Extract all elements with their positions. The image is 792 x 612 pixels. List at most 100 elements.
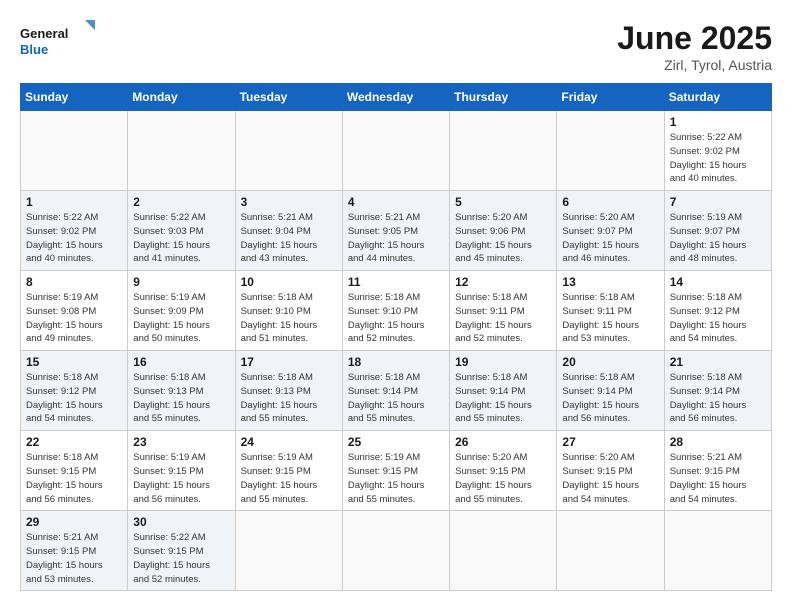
day-number: 24 — [241, 435, 337, 449]
day-info: Sunrise: 5:22 AMSunset: 9:15 PMDaylight:… — [133, 531, 229, 586]
day-number: 22 — [26, 435, 122, 449]
calendar-cell — [557, 511, 664, 591]
day-number: 2 — [133, 195, 229, 209]
day-info: Sunrise: 5:19 AMSunset: 9:15 PMDaylight:… — [348, 451, 444, 506]
calendar-cell: 13 Sunrise: 5:18 AMSunset: 9:11 PMDayligh… — [557, 271, 664, 351]
calendar-week-5: 22Sunrise: 5:18 AMSunset: 9:15 PMDayligh… — [21, 431, 772, 511]
location: Zirl, Tyrol, Austria — [617, 57, 772, 73]
day-info: Sunrise: 5:22 AMSunset: 9:03 PMDaylight:… — [133, 211, 229, 266]
day-info: Sunrise: 5:21 AMSunset: 9:15 PMDaylight:… — [670, 451, 766, 506]
day-number: 26 — [455, 435, 551, 449]
day-info: Sunrise: 5:18 AMSunset: 9:14 PMDaylight:… — [455, 371, 551, 426]
day-of-week-saturday: Saturday — [664, 84, 771, 111]
day-number: 23 — [133, 435, 229, 449]
day-number: 14 — [670, 275, 766, 289]
day-of-week-tuesday: Tuesday — [235, 84, 342, 111]
day-of-week-friday: Friday — [557, 84, 664, 111]
day-info: Sunrise: 5:22 AMSunset: 9:02 PMDaylight:… — [26, 211, 122, 266]
day-number: 18 — [348, 355, 444, 369]
calendar-cell: 22Sunrise: 5:18 AMSunset: 9:15 PMDayligh… — [21, 431, 128, 511]
day-info: Sunrise: 5:21 AMSunset: 9:05 PMDaylight:… — [348, 211, 444, 266]
calendar-cell: 9 Sunrise: 5:19 AMSunset: 9:09 PMDaylight… — [128, 271, 235, 351]
day-number: 11 — [348, 275, 444, 289]
day-number: 9 — [133, 275, 229, 289]
calendar-cell: 25 Sunrise: 5:19 AMSunset: 9:15 PMDayligh… — [342, 431, 449, 511]
day-number: 13 — [562, 275, 658, 289]
day-number: 27 — [562, 435, 658, 449]
day-info: Sunrise: 5:20 AMSunset: 9:15 PMDaylight:… — [455, 451, 551, 506]
day-number: 21 — [670, 355, 766, 369]
calendar-week-4: 15Sunrise: 5:18 AMSunset: 9:12 PMDayligh… — [21, 351, 772, 431]
calendar-cell — [128, 111, 235, 191]
day-info: Sunrise: 5:18 AMSunset: 9:14 PMDaylight:… — [348, 371, 444, 426]
title-area: June 2025 Zirl, Tyrol, Austria — [617, 20, 772, 73]
calendar-cell: 1 Sunrise: 5:22 AMSunset: 9:02 PMDaylight… — [21, 191, 128, 271]
calendar-cell: 28Sunrise: 5:21 AMSunset: 9:15 PMDayligh… — [664, 431, 771, 511]
day-number: 16 — [133, 355, 229, 369]
day-info: Sunrise: 5:20 AMSunset: 9:06 PMDaylight:… — [455, 211, 551, 266]
calendar-cell: 26 Sunrise: 5:20 AMSunset: 9:15 PMDayligh… — [450, 431, 557, 511]
calendar-cell: 12Sunrise: 5:18 AMSunset: 9:11 PMDayligh… — [450, 271, 557, 351]
day-info: Sunrise: 5:20 AMSunset: 9:15 PMDaylight:… — [562, 451, 658, 506]
calendar-cell: 8 Sunrise: 5:19 AMSunset: 9:08 PMDaylight… — [21, 271, 128, 351]
day-info: Sunrise: 5:18 AMSunset: 9:13 PMDaylight:… — [241, 371, 337, 426]
day-number: 3 — [241, 195, 337, 209]
day-info: Sunrise: 5:20 AMSunset: 9:07 PMDaylight:… — [562, 211, 658, 266]
day-info: Sunrise: 5:22 AMSunset: 9:02 PMDaylight:… — [670, 131, 766, 186]
calendar-table: SundayMondayTuesdayWednesdayThursdayFrid… — [20, 83, 772, 591]
calendar-cell: 27 Sunrise: 5:20 AMSunset: 9:15 PMDayligh… — [557, 431, 664, 511]
day-number: 15 — [26, 355, 122, 369]
day-number: 8 — [26, 275, 122, 289]
calendar-cell — [21, 111, 128, 191]
calendar-cell: 6 Sunrise: 5:20 AMSunset: 9:07 PMDaylight… — [557, 191, 664, 271]
day-info: Sunrise: 5:18 AMSunset: 9:13 PMDaylight:… — [133, 371, 229, 426]
calendar-cell: 7Sunrise: 5:19 AMSunset: 9:07 PMDaylight… — [664, 191, 771, 271]
calendar-cell: 15Sunrise: 5:18 AMSunset: 9:12 PMDayligh… — [21, 351, 128, 431]
calendar-cell — [342, 511, 449, 591]
day-number: 1 — [26, 195, 122, 209]
day-info: Sunrise: 5:18 AMSunset: 9:11 PMDaylight:… — [455, 291, 551, 346]
day-number: 6 — [562, 195, 658, 209]
day-number: 25 — [348, 435, 444, 449]
calendar-cell: 5Sunrise: 5:20 AMSunset: 9:06 PMDaylight… — [450, 191, 557, 271]
calendar-cell: 1 Sunrise: 5:22 AMSunset: 9:02 PMDaylight… — [664, 111, 771, 191]
day-number: 1 — [670, 115, 766, 129]
day-number: 29 — [26, 515, 122, 529]
day-info: Sunrise: 5:18 AMSunset: 9:10 PMDaylight:… — [241, 291, 337, 346]
day-number: 30 — [133, 515, 229, 529]
calendar-cell: 29 Sunrise: 5:21 AMSunset: 9:15 PMDayligh… — [21, 511, 128, 591]
day-info: Sunrise: 5:18 AMSunset: 9:12 PMDaylight:… — [670, 291, 766, 346]
svg-text:General: General — [20, 26, 68, 41]
calendar-header: SundayMondayTuesdayWednesdayThursdayFrid… — [21, 84, 772, 111]
calendar-cell: 2 Sunrise: 5:22 AMSunset: 9:03 PMDaylight… — [128, 191, 235, 271]
calendar-cell — [342, 111, 449, 191]
calendar-week-2: 1 Sunrise: 5:22 AMSunset: 9:02 PMDaylight… — [21, 191, 772, 271]
day-of-week-monday: Monday — [128, 84, 235, 111]
calendar-cell: 3Sunrise: 5:21 AMSunset: 9:04 PMDaylight… — [235, 191, 342, 271]
day-info: Sunrise: 5:19 AMSunset: 9:15 PMDaylight:… — [241, 451, 337, 506]
day-info: Sunrise: 5:19 AMSunset: 9:08 PMDaylight:… — [26, 291, 122, 346]
day-info: Sunrise: 5:19 AMSunset: 9:09 PMDaylight:… — [133, 291, 229, 346]
day-info: Sunrise: 5:18 AMSunset: 9:14 PMDaylight:… — [670, 371, 766, 426]
calendar-cell: 20Sunrise: 5:18 AMSunset: 9:14 PMDayligh… — [557, 351, 664, 431]
calendar-cell — [557, 111, 664, 191]
day-info: Sunrise: 5:19 AMSunset: 9:07 PMDaylight:… — [670, 211, 766, 266]
calendar-cell — [450, 111, 557, 191]
calendar-cell — [664, 511, 771, 591]
day-info: Sunrise: 5:18 AMSunset: 9:11 PMDaylight:… — [562, 291, 658, 346]
logo-svg: General Blue — [20, 20, 100, 65]
day-of-week-sunday: Sunday — [21, 84, 128, 111]
day-info: Sunrise: 5:21 AMSunset: 9:15 PMDaylight:… — [26, 531, 122, 586]
calendar-cell — [235, 511, 342, 591]
calendar-cell: 4Sunrise: 5:21 AMSunset: 9:05 PMDaylight… — [342, 191, 449, 271]
calendar-cell: 21 Sunrise: 5:18 AMSunset: 9:14 PMDayligh… — [664, 351, 771, 431]
calendar-cell: 18 Sunrise: 5:18 AMSunset: 9:14 PMDayligh… — [342, 351, 449, 431]
day-number: 19 — [455, 355, 551, 369]
calendar-cell: 19 Sunrise: 5:18 AMSunset: 9:14 PMDayligh… — [450, 351, 557, 431]
calendar-week-3: 8 Sunrise: 5:19 AMSunset: 9:08 PMDaylight… — [21, 271, 772, 351]
calendar-cell: 10Sunrise: 5:18 AMSunset: 9:10 PMDayligh… — [235, 271, 342, 351]
calendar-cell — [235, 111, 342, 191]
calendar-week-1: 1 Sunrise: 5:22 AMSunset: 9:02 PMDaylight… — [21, 111, 772, 191]
day-of-week-wednesday: Wednesday — [342, 84, 449, 111]
logo: General Blue — [20, 20, 100, 65]
